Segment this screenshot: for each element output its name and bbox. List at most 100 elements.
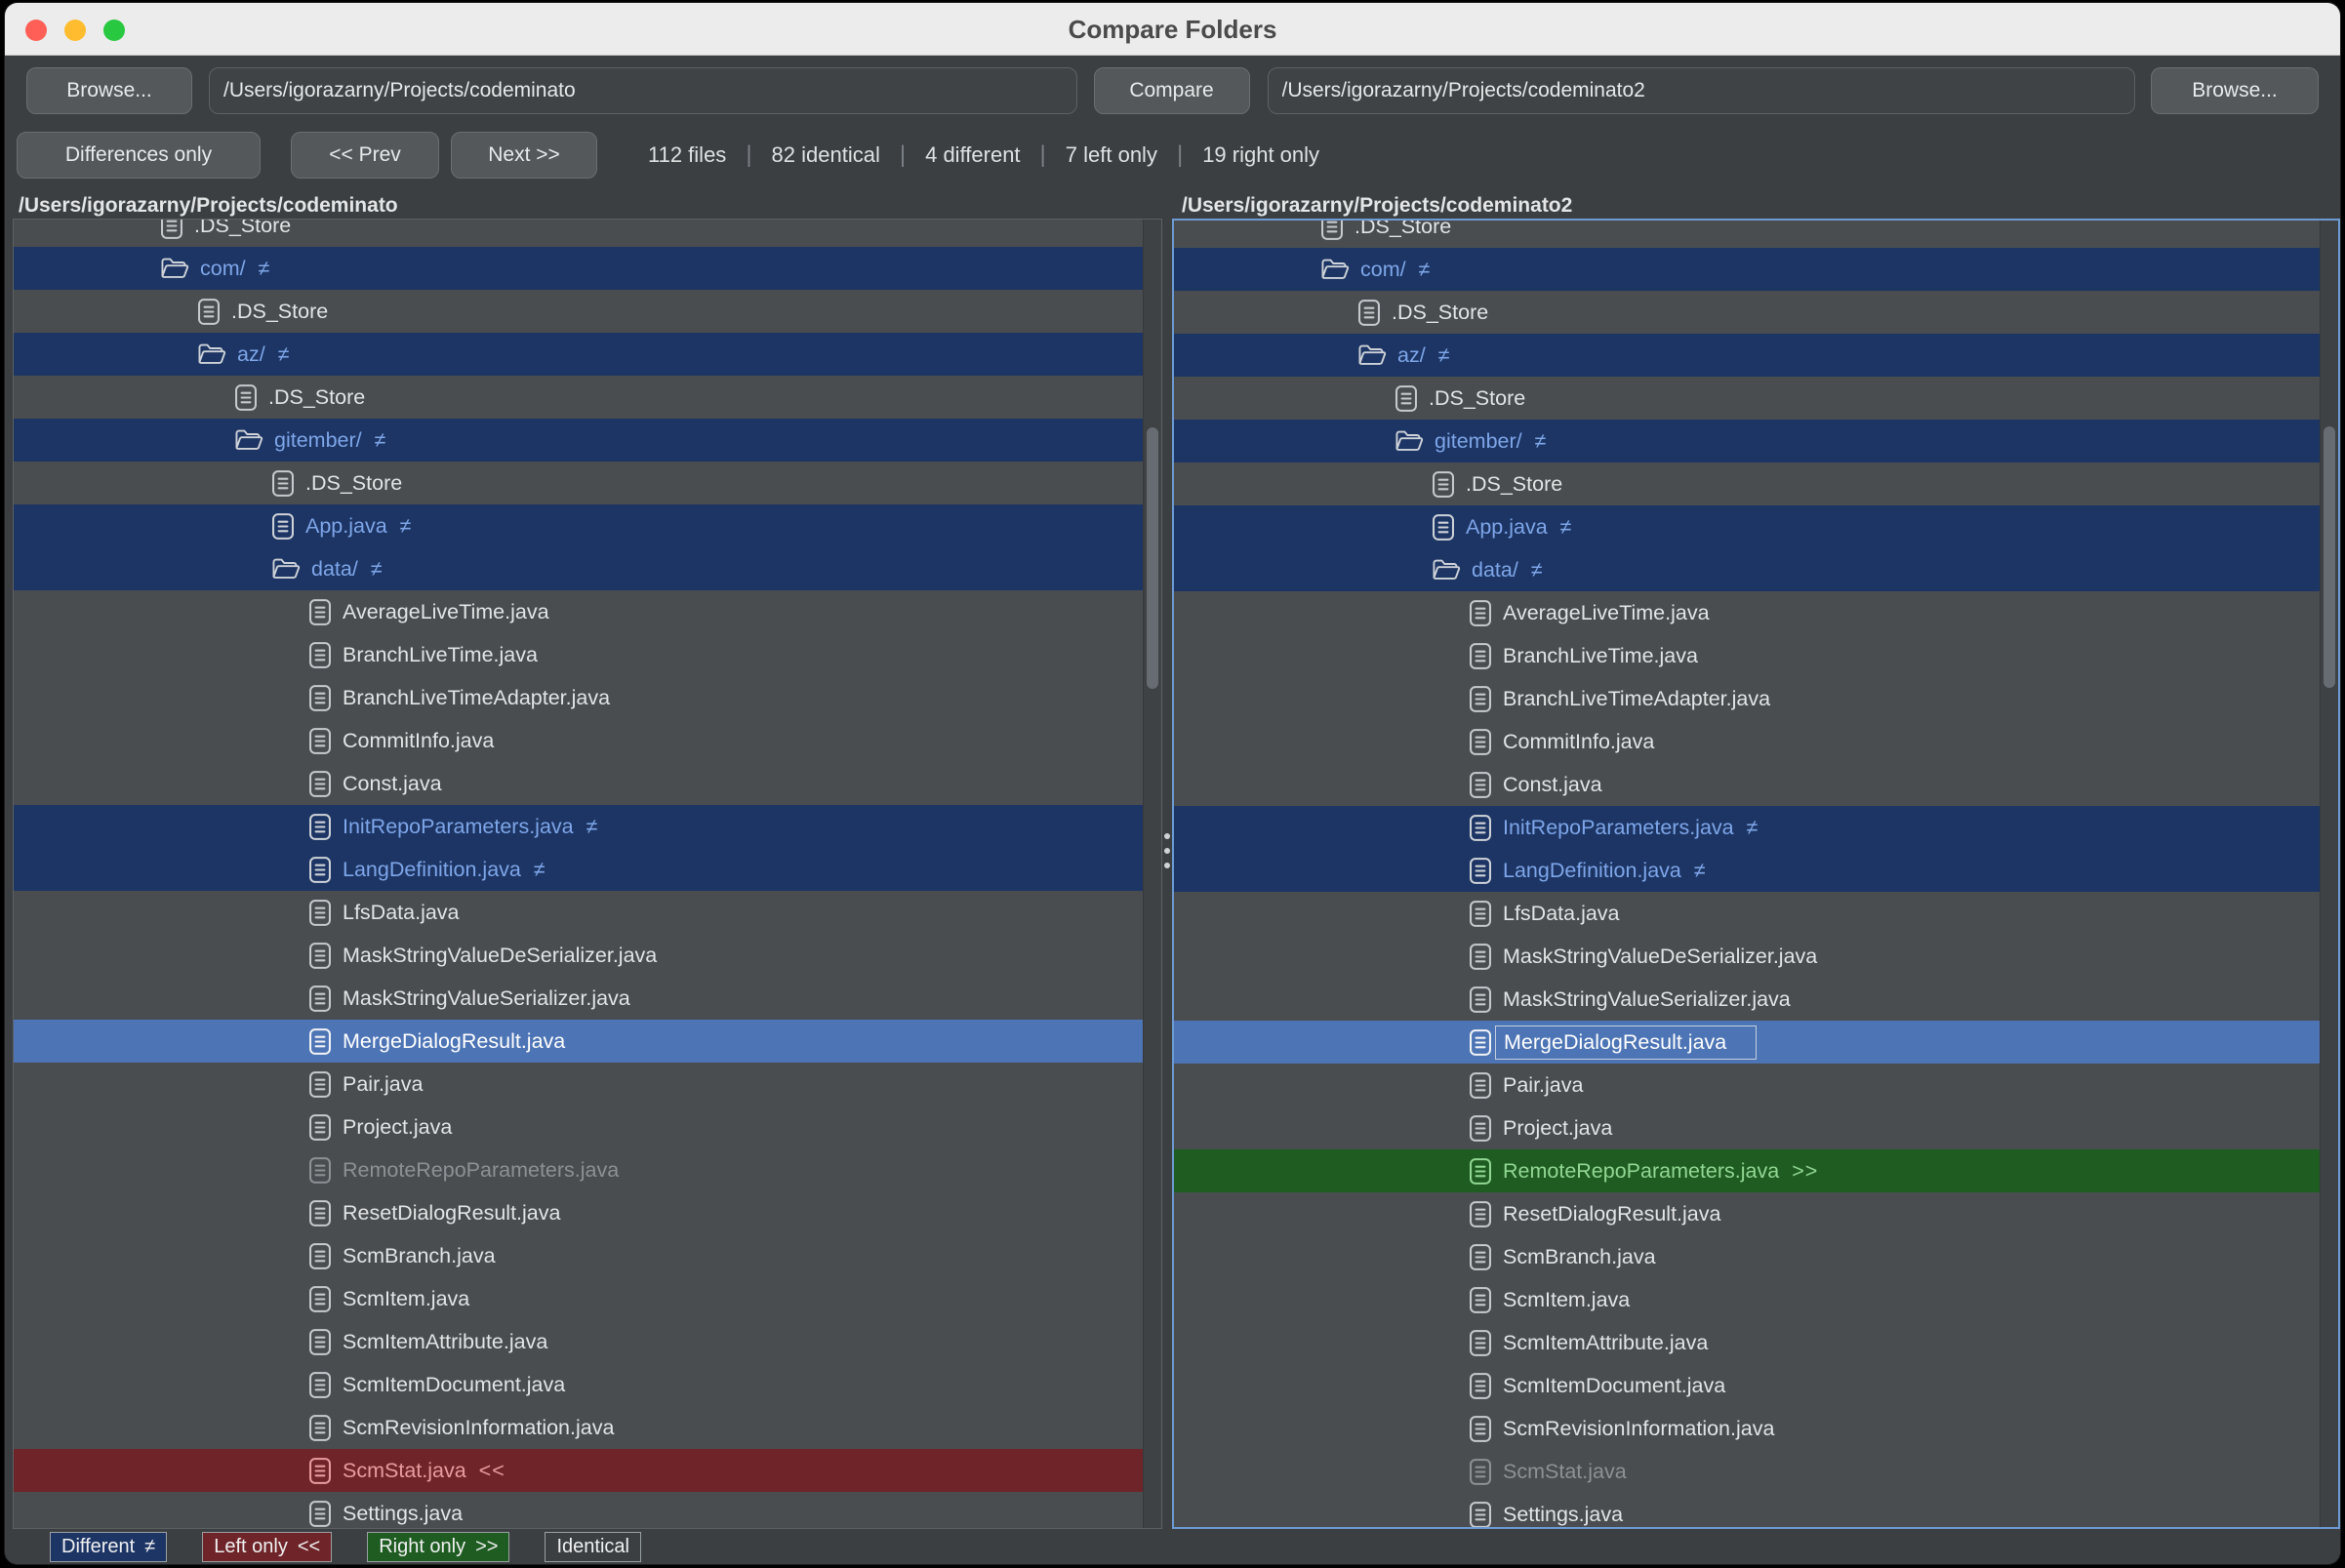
tree-row[interactable]: Const.java: [14, 762, 1143, 805]
tree-row[interactable]: ScmItemAttribute.java: [14, 1320, 1143, 1363]
tree-row[interactable]: ScmBranch.java: [14, 1234, 1143, 1277]
entry-name: ScmBranch.java: [343, 1244, 496, 1268]
tree-row[interactable]: MergeDialogResult.java: [1174, 1021, 2320, 1064]
tree-row[interactable]: MaskStringValueDeSerializer.java: [14, 934, 1143, 977]
path-toolbar: Browse... Compare Browse...: [26, 67, 2319, 114]
entry-name: BranchLiveTime.java: [343, 643, 538, 667]
tree-row[interactable]: az/≠: [1174, 334, 2320, 377]
left-scrollbar-track[interactable]: [1143, 220, 1161, 1528]
tree-row[interactable]: .DS_Store: [14, 462, 1143, 504]
tree-row[interactable]: ScmStat.java: [1174, 1450, 2320, 1493]
tree-row[interactable]: LfsData.java: [1174, 892, 2320, 935]
close-button[interactable]: [25, 20, 47, 41]
tree-row[interactable]: ResetDialogResult.java: [1174, 1192, 2320, 1235]
tree-row[interactable]: ScmItemAttribute.java: [1174, 1321, 2320, 1364]
tree-row[interactable]: .DS_Store: [14, 290, 1143, 333]
tree-row[interactable]: InitRepoParameters.java≠: [14, 805, 1143, 848]
divider-grip-icon[interactable]: [1164, 833, 1170, 868]
file-icon: [1357, 299, 1381, 327]
tree-row[interactable]: Pair.java: [14, 1063, 1143, 1106]
tree-row[interactable]: CommitInfo.java: [14, 719, 1143, 762]
tree-row[interactable]: ScmStat.java<<: [14, 1449, 1143, 1492]
tree-row[interactable]: ScmRevisionInformation.java: [14, 1406, 1143, 1449]
prev-button[interactable]: << Prev: [291, 132, 439, 179]
left-path-input[interactable]: [209, 67, 1077, 114]
tree-row[interactable]: Settings.java: [1174, 1493, 2320, 1529]
tree-row[interactable]: AverageLiveTime.java: [1174, 591, 2320, 634]
tree-row[interactable]: ScmItem.java: [1174, 1278, 2320, 1321]
minimize-button[interactable]: [64, 20, 86, 41]
tree-row[interactable]: gitember/≠: [14, 419, 1143, 462]
tree-row[interactable]: InitRepoParameters.java≠: [1174, 806, 2320, 849]
tree-row[interactable]: data/≠: [1174, 548, 2320, 591]
tree-row[interactable]: ScmBranch.java: [1174, 1235, 2320, 1278]
tree-row[interactable]: az/≠: [14, 333, 1143, 376]
tree-row[interactable]: gitember/≠: [1174, 420, 2320, 462]
tree-row[interactable]: BranchLiveTime.java: [1174, 634, 2320, 677]
tree-row[interactable]: .DS_Store: [1174, 377, 2320, 420]
tree-row[interactable]: RemoteRepoParameters.java>>: [1174, 1149, 2320, 1192]
left-scrollbar-thumb[interactable]: [1147, 427, 1158, 689]
entry-name: App.java: [1466, 515, 1548, 540]
entry-name: Project.java: [343, 1115, 452, 1140]
panel-divider[interactable]: [1162, 219, 1172, 1529]
tree-row[interactable]: com/≠: [14, 247, 1143, 290]
tree-row[interactable]: ScmItem.java: [14, 1277, 1143, 1320]
entry-name: ScmItem.java: [1503, 1288, 1630, 1312]
file-icon: [308, 684, 332, 712]
tree-row[interactable]: AverageLiveTime.java: [14, 590, 1143, 633]
next-button[interactable]: Next >>: [451, 132, 597, 179]
tree-row[interactable]: App.java≠: [14, 504, 1143, 547]
file-icon: [1469, 771, 1492, 799]
tree-row[interactable]: MaskStringValueDeSerializer.java: [1174, 935, 2320, 978]
entry-name: ScmItemDocument.java: [1503, 1374, 1725, 1398]
tree-row[interactable]: MergeDialogResult.java: [14, 1020, 1143, 1063]
right-scrollbar-track[interactable]: [2320, 221, 2338, 1527]
entry-name: ScmItem.java: [343, 1287, 469, 1311]
zoom-button[interactable]: [103, 20, 125, 41]
tree-row[interactable]: CommitInfo.java: [1174, 720, 2320, 763]
file-icon: [308, 985, 332, 1013]
file-icon: [308, 770, 332, 798]
tree-row[interactable]: ScmItemDocument.java: [14, 1363, 1143, 1406]
tree-row[interactable]: BranchLiveTimeAdapter.java: [1174, 677, 2320, 720]
tree-row[interactable]: ScmItemDocument.java: [1174, 1364, 2320, 1407]
window-title: Compare Folders: [5, 3, 2340, 56]
tree-row[interactable]: BranchLiveTimeAdapter.java: [14, 676, 1143, 719]
tree-row[interactable]: Settings.java: [14, 1492, 1143, 1529]
tree-row[interactable]: RemoteRepoParameters.java: [14, 1148, 1143, 1191]
right-scrollbar-thumb[interactable]: [2324, 426, 2335, 688]
tree-row[interactable]: MaskStringValueSerializer.java: [1174, 978, 2320, 1021]
file-icon: [308, 1242, 332, 1270]
tree-row[interactable]: Project.java: [14, 1106, 1143, 1148]
tree-row[interactable]: data/≠: [14, 547, 1143, 590]
tree-row[interactable]: LangDefinition.java≠: [1174, 849, 2320, 892]
differences-only-button[interactable]: Differences only: [17, 132, 261, 179]
tree-row[interactable]: .DS_Store: [14, 219, 1143, 247]
tree-row[interactable]: Const.java: [1174, 763, 2320, 806]
status-glyph: ≠: [278, 342, 291, 367]
file-icon: [308, 1113, 332, 1142]
tree-row[interactable]: .DS_Store: [14, 376, 1143, 419]
tree-row[interactable]: ScmRevisionInformation.java: [1174, 1407, 2320, 1450]
tree-row[interactable]: .DS_Store: [1174, 462, 2320, 505]
rename-editor[interactable]: MergeDialogResult.java: [1495, 1025, 1757, 1060]
right-path-input[interactable]: [1268, 67, 2136, 114]
file-icon: [1320, 219, 1344, 241]
tree-row[interactable]: ResetDialogResult.java: [14, 1191, 1143, 1234]
tree-row[interactable]: .DS_Store: [1174, 219, 2320, 248]
tree-row[interactable]: .DS_Store: [1174, 291, 2320, 334]
tree-row[interactable]: MaskStringValueSerializer.java: [14, 977, 1143, 1020]
tree-row[interactable]: Project.java: [1174, 1106, 2320, 1149]
browse-right-button[interactable]: Browse...: [2151, 67, 2319, 114]
legend-label: Right only: [379, 1536, 465, 1558]
tree-row[interactable]: BranchLiveTime.java: [14, 633, 1143, 676]
compare-button[interactable]: Compare: [1094, 67, 1250, 114]
tree-row[interactable]: LangDefinition.java≠: [14, 848, 1143, 891]
tree-row[interactable]: App.java≠: [1174, 505, 2320, 548]
tree-row[interactable]: LfsData.java: [14, 891, 1143, 934]
tree-row[interactable]: Pair.java: [1174, 1064, 2320, 1106]
entry-name: ScmItemDocument.java: [343, 1373, 565, 1397]
tree-row[interactable]: com/≠: [1174, 248, 2320, 291]
browse-left-button[interactable]: Browse...: [26, 67, 192, 114]
